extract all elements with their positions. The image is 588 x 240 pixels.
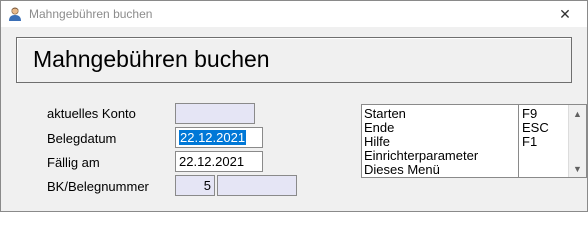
page-title: Mahngebühren buchen	[33, 46, 270, 72]
scroll-up-icon[interactable]: ▲	[569, 105, 586, 122]
menu-item-ende[interactable]: Ende ESC	[364, 121, 568, 135]
menu-item-hilfe[interactable]: Hilfe F1	[364, 135, 568, 149]
close-button[interactable]: ✕	[543, 1, 587, 27]
menu-item-starten[interactable]: Starten F9	[364, 107, 568, 121]
belegdatum-field[interactable]: 22.12.2021	[175, 127, 263, 148]
close-icon: ✕	[559, 5, 571, 22]
faellig-label: Fällig am	[47, 155, 100, 170]
konto-field[interactable]	[175, 103, 255, 124]
menu-item-dieses-menue[interactable]: Dieses Menü	[364, 163, 568, 177]
dialog-window: Mahngebühren buchen ✕ Mahngebühren buche…	[0, 0, 588, 212]
title-bar: Mahngebühren buchen ✕	[1, 1, 587, 27]
scroll-down-icon[interactable]: ▼	[569, 160, 586, 177]
user-icon	[9, 7, 21, 21]
belegdatum-label: Belegdatum	[47, 131, 117, 146]
bk-label: BK/Belegnummer	[47, 179, 149, 194]
konto-label: aktuelles Konto	[47, 106, 136, 121]
belegdatum-value: 22.12.2021	[179, 130, 247, 145]
faellig-field[interactable]: 22.12.2021	[175, 151, 263, 172]
window-title: Mahngebühren buchen	[29, 7, 153, 21]
scrollbar[interactable]: ▲ ▼	[568, 105, 586, 177]
bk-field[interactable]: 5	[175, 175, 215, 196]
belegnummer-field[interactable]	[217, 175, 297, 196]
menu-item-einrichterparameter[interactable]: Einrichterparameter	[364, 149, 568, 163]
menu-listbox[interactable]: Starten F9 Ende ESC Hilfe F1 Einrichterp…	[361, 104, 587, 178]
header-panel: Mahngebühren buchen	[16, 37, 572, 83]
